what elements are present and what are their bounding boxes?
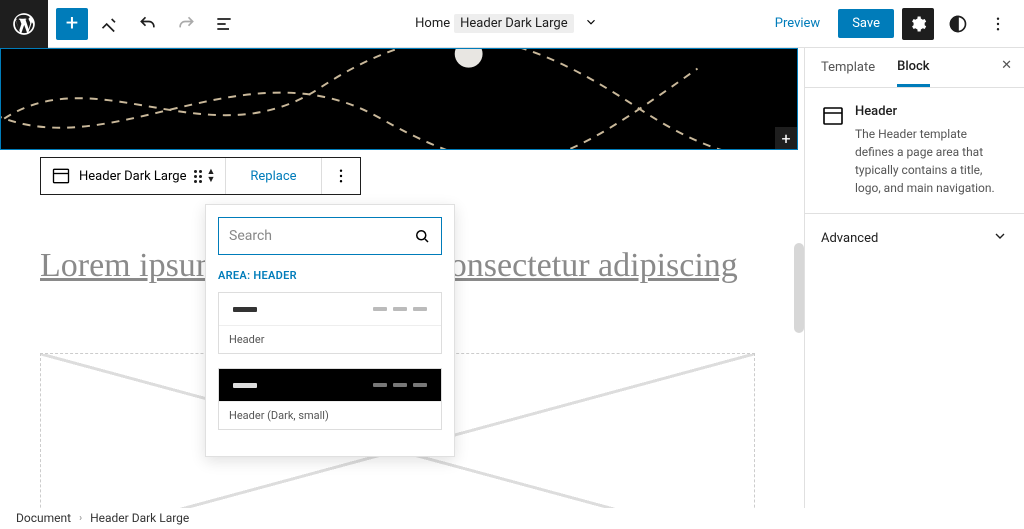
toolbar-right: Preview Save [765,8,1024,40]
footer-current[interactable]: Header Dark Large [90,511,189,525]
styles-icon[interactable] [942,8,974,40]
more-vertical-icon [332,167,350,185]
block-type-segment[interactable]: Header Dark Large ▲▼ [41,158,226,194]
option-preview [219,293,441,325]
scrollbar-thumb[interactable] [794,243,804,333]
top-toolbar: + Home Header Dark Large Preview Save [0,0,1024,48]
chevron-down-icon[interactable] [584,15,598,33]
add-block-button[interactable]: + [56,8,88,40]
main-area: + Header Dark Large ▲▼ Replace Lorem ips… [0,48,1024,508]
template-part-option[interactable]: Header [218,292,442,354]
block-name-label: Header Dark Large [79,169,186,184]
block-toolbar: Header Dark Large ▲▼ Replace [40,157,361,195]
more-options-icon[interactable] [982,8,1014,40]
settings-sidebar: Template Block ✕ Header The Header templ… [804,48,1024,508]
chevron-right-icon: › [79,513,82,524]
header-icon [51,166,71,186]
close-icon[interactable]: ✕ [1001,58,1012,73]
settings-icon[interactable] [902,8,934,40]
block-mover[interactable]: ▲▼ [206,168,215,184]
option-label: Header [219,325,441,353]
footer-breadcrumb: Document › Header Dark Large [0,507,1024,529]
search-field-wrapper [218,217,442,255]
breadcrumb-current[interactable]: Header Dark Large [454,14,573,33]
block-description: The Header template defines a page area … [855,125,1008,197]
block-more-segment[interactable] [322,158,360,194]
edit-mode-icon[interactable] [94,8,126,40]
append-block-button[interactable]: + [775,127,797,149]
header-block-preview[interactable]: + [0,48,798,150]
wordpress-logo[interactable] [0,0,48,48]
replace-segment: Replace [226,158,321,194]
area-heading: AREA: HEADER [218,269,442,282]
replace-button[interactable]: Replace [236,169,310,184]
tab-template[interactable]: Template [821,60,875,85]
footer-root[interactable]: Document [16,511,71,525]
option-label: Header (Dark, small) [219,401,441,429]
preview-button[interactable]: Preview [765,10,830,37]
save-button[interactable]: Save [838,9,894,38]
template-part-option[interactable]: Header (Dark, small) [218,368,442,430]
replace-template-part-popover: AREA: HEADER Header Header (Dark, small) [205,204,455,457]
search-icon [413,227,431,245]
toolbar-left: + [48,8,248,40]
block-title: Header [855,104,1008,119]
option-preview [219,369,441,401]
breadcrumb-root[interactable]: Home [415,16,450,31]
chevron-down-icon [992,228,1008,248]
header-icon [821,104,845,128]
tab-block[interactable]: Block [897,59,929,87]
advanced-label: Advanced [821,231,878,246]
redo-icon[interactable] [170,8,202,40]
list-view-icon[interactable] [208,8,240,40]
document-breadcrumb[interactable]: Home Header Dark Large [248,14,765,33]
undo-icon[interactable] [132,8,164,40]
sidebar-tabs: Template Block ✕ [805,48,1024,88]
search-input[interactable] [229,228,413,244]
advanced-panel-toggle[interactable]: Advanced [805,214,1024,262]
block-info-panel: Header The Header template defines a pag… [805,88,1024,214]
drag-handle-icon[interactable] [194,170,202,183]
editor-canvas: + Header Dark Large ▲▼ Replace Lorem ips… [0,48,804,508]
